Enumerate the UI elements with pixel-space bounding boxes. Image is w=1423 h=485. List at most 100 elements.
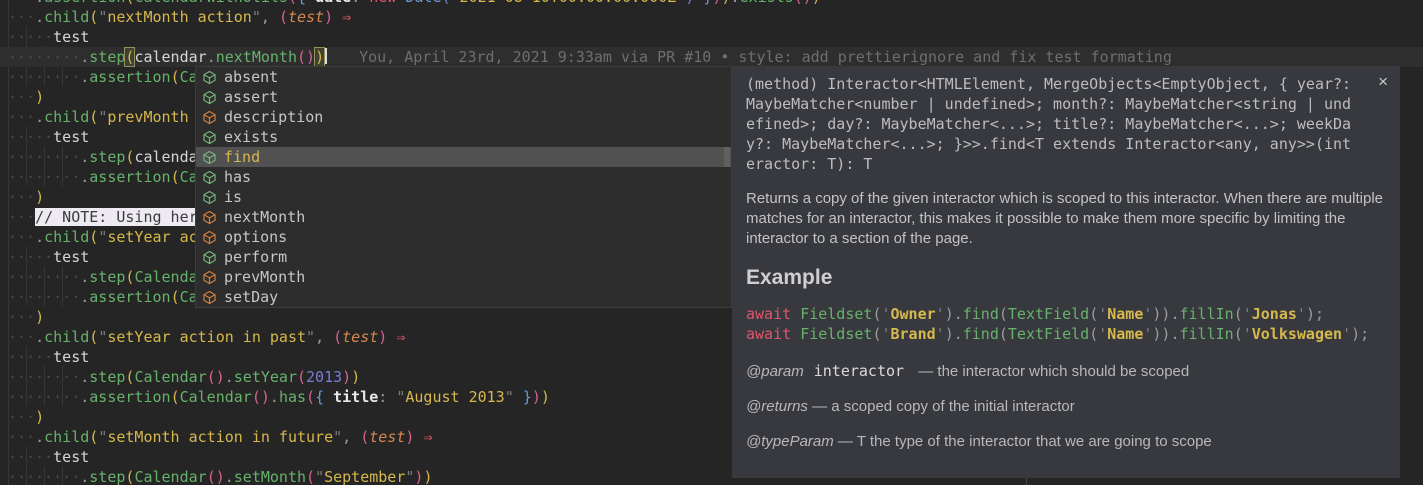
method-cube-icon [201, 69, 217, 85]
doc-tag-line: @paraminteractor — the interactor which … [746, 362, 1386, 380]
suggestion-label: assert [224, 87, 278, 107]
doc-tags: @paraminteractor — the interactor which … [746, 362, 1386, 450]
property-cube-icon [201, 289, 217, 305]
method-signature: (method) Interactor<HTMLElement, MergeOb… [746, 74, 1386, 174]
code-token: // NOTE: Using here [35, 208, 207, 226]
code-token: test [288, 8, 324, 26]
code-token: ( [360, 428, 369, 446]
code-token: test [53, 448, 89, 466]
property-cube-icon [201, 229, 217, 245]
code-token: calendarWithUtils [134, 0, 288, 6]
code-token: await [746, 325, 791, 343]
code-token: ( [89, 228, 98, 246]
code-token: assertion [44, 0, 125, 6]
code-line[interactable]: ·····test [8, 27, 1423, 47]
code-token: ········ [8, 468, 80, 485]
code-token: assertion [89, 68, 170, 86]
code-token: Owner [891, 305, 936, 323]
suggestion-label: is [224, 187, 242, 207]
code-token: . [80, 68, 89, 86]
code-token: ····· [8, 348, 53, 366]
code-token: test [53, 348, 89, 366]
code-token: child [44, 428, 89, 446]
indent-guide [1026, 478, 1027, 485]
code-token: { [297, 0, 315, 6]
suggestion-item[interactable]: options [196, 227, 731, 247]
code-token: August 2013 [405, 388, 504, 406]
property-cube-icon [201, 269, 217, 285]
code-token: ········ [8, 388, 80, 406]
code-token: Fieldset [800, 325, 872, 343]
suggestion-item[interactable]: setDay [196, 287, 731, 307]
code-token [791, 325, 800, 343]
code-token: ) [378, 328, 387, 346]
code-token: ········ [8, 68, 80, 86]
code-token: . [80, 388, 89, 406]
close-icon[interactable]: × [1378, 72, 1388, 92]
method-cube-icon [201, 89, 217, 105]
doc-tag-name: @returns [746, 398, 808, 415]
code-token: ) [342, 368, 351, 386]
code-token: . [80, 168, 89, 186]
code-token: . [80, 288, 89, 306]
code-token: find [963, 305, 999, 323]
code-token: step [89, 368, 125, 386]
code-token: " [98, 328, 107, 346]
code-token: ( [306, 468, 315, 485]
code-token: : [378, 388, 396, 406]
code-token: ' [936, 305, 945, 323]
suggest-scrollbar[interactable] [724, 147, 730, 167]
method-cube-icon [201, 189, 217, 205]
code-token: ' [1297, 305, 1306, 323]
code-token: new [369, 0, 396, 6]
code-token: ( [171, 388, 180, 406]
code-token: Date [405, 0, 441, 6]
code-token: child [44, 108, 89, 126]
code-token: Jonas [1252, 305, 1297, 323]
code-token: ········ [8, 368, 80, 386]
code-token: ····· [8, 448, 53, 466]
code-token: " [315, 468, 324, 485]
code-token: step [89, 468, 125, 485]
code-token: assertion [89, 288, 170, 306]
code-token: ⇒ [342, 8, 351, 26]
code-token: ( [89, 328, 98, 346]
code-token: Volkswagen [1252, 325, 1342, 343]
code-token: await [746, 305, 791, 323]
code-line[interactable]: ···.child("nextMonth action", (test) ⇒ [8, 7, 1423, 27]
suggestion-item[interactable]: description [196, 107, 731, 127]
code-token: ( [1089, 325, 1098, 343]
suggestion-item[interactable]: find [196, 147, 731, 167]
suggestion-item[interactable]: absent [196, 67, 731, 87]
code-token: . [35, 108, 44, 126]
code-token: nextMonth [216, 48, 297, 66]
code-line[interactable]: ········.step(calendar.nextMonth())You, … [0, 47, 1423, 67]
suggestion-item[interactable]: exists [196, 127, 731, 147]
code-token: , [315, 328, 333, 346]
code-token: " [505, 388, 514, 406]
code-token: ( [999, 305, 1008, 323]
code-token: ) [532, 388, 541, 406]
code-token: ' [881, 305, 890, 323]
suggestion-item[interactable]: nextMonth [196, 207, 731, 227]
code-token [387, 328, 396, 346]
suggestion-item[interactable]: prevMonth [196, 267, 731, 287]
code-token: nextMonth action [107, 8, 252, 26]
code-line[interactable]: ···.assertion(calendarWithUtils({ date: … [8, 0, 1423, 7]
suggestion-item[interactable]: assert [196, 87, 731, 107]
code-editor-screen: ···.assertion(calendarWithUtils({ date: … [0, 0, 1423, 485]
suggestion-item[interactable]: perform [196, 247, 731, 267]
code-token: Calendar [180, 388, 252, 406]
code-token: ' [1243, 305, 1252, 323]
code-token: ) [35, 308, 44, 326]
code-token: fillIn [1180, 325, 1234, 343]
code-token: )). [1152, 325, 1179, 343]
code-token: . [80, 48, 89, 66]
code-token: ( [89, 428, 98, 446]
code-token: step [89, 268, 125, 286]
code-token: ) [306, 48, 315, 66]
suggestion-item[interactable]: is [196, 187, 731, 207]
code-token: " [98, 428, 107, 446]
suggestion-item[interactable]: has [196, 167, 731, 187]
code-token: ··· [8, 228, 35, 246]
